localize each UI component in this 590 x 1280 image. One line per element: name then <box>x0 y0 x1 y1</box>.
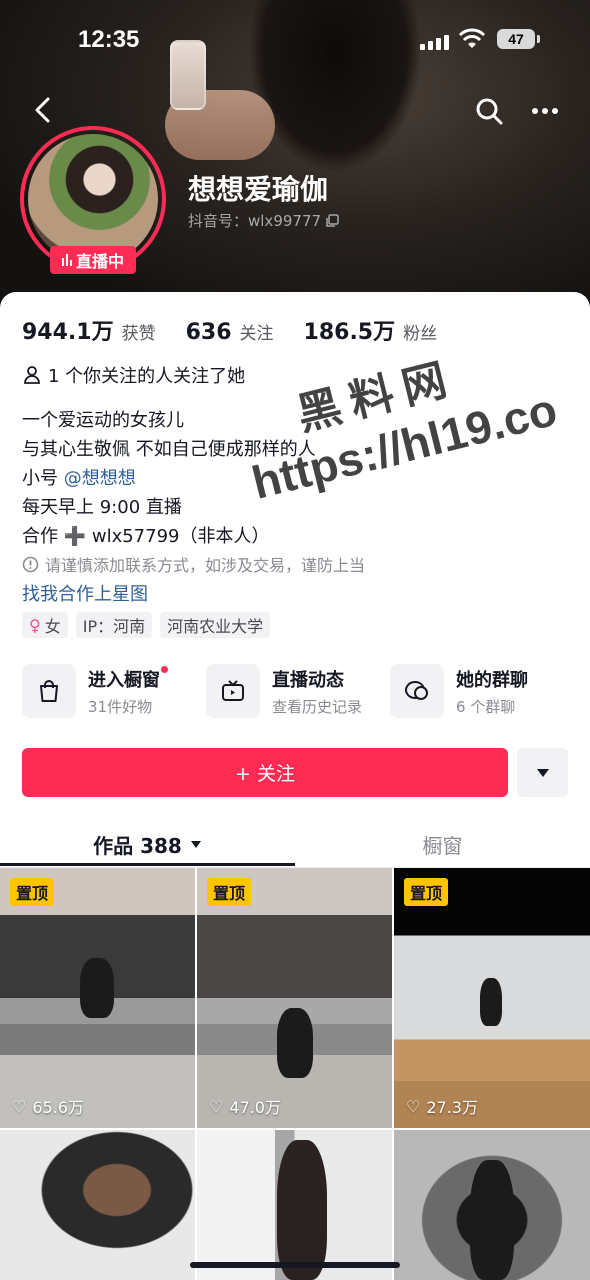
shortcut-title: 进入橱窗 <box>88 665 168 692</box>
likes-label: 获赞 <box>121 324 156 344</box>
followers-count[interactable]: 186.5万 <box>304 314 396 346</box>
tab-works-label: 作品 388 <box>93 834 182 858</box>
contact-warning: 请谨慎添加联系方式，如涉及交易，谨防上当 <box>22 552 365 576</box>
school-tag[interactable]: 河南农业大学 <box>160 612 271 638</box>
video-thumbnail[interactable]: 置顶 ♡ 27.3万 <box>394 868 590 1128</box>
video-likes: ♡ 47.0万 <box>209 1094 281 1118</box>
shortcut-subtitle: 6 个群聊 <box>456 697 516 716</box>
tab-works[interactable]: 作品 388 <box>0 822 295 867</box>
person-icon <box>24 366 40 384</box>
bio-line: 一个爱运动的女孩儿 <box>22 410 184 431</box>
heart-icon: ♡ <box>12 1096 27 1116</box>
pinned-badge: 置顶 <box>10 878 55 906</box>
more-options-icon[interactable] <box>530 96 560 126</box>
heart-icon: ♡ <box>406 1096 421 1116</box>
pinned-badge: 置顶 <box>207 878 252 906</box>
gender-tag: ♀ 女 <box>22 612 68 638</box>
battery-level: 47 <box>508 31 524 47</box>
video-likes: ♡ 27.3万 <box>406 1094 478 1118</box>
video-thumbnail[interactable]: 置顶 ♡ 65.6万 <box>0 868 195 1128</box>
live-badge-label: 直播中 <box>75 252 124 271</box>
followers-label[interactable]: 粉丝 <box>403 319 437 344</box>
wifi-icon <box>458 28 486 48</box>
shortcut-subtitle: 查看历史记录 <box>272 697 363 716</box>
group-chat-icon <box>390 664 444 718</box>
alt-account-mention[interactable]: @想想想 <box>64 468 136 489</box>
video-grid: 置顶 ♡ 65.6万 置顶 ♡ 47.0万 置顶 ♡ 27.3万 <box>0 868 590 1280</box>
bio-alt-account-label: 小号 <box>22 468 58 489</box>
caret-down-icon <box>190 841 201 848</box>
profile-uid-row[interactable]: 抖音号：wlx99777 <box>188 210 339 231</box>
heart-icon: ♡ <box>209 1096 224 1116</box>
profile-sheet: 944.1万 获赞 636 关注 186.5万 粉丝 1 个你关注的人关注了她 … <box>0 292 590 1280</box>
caret-down-icon <box>536 768 549 777</box>
video-thumbnail[interactable] <box>394 1130 590 1280</box>
profile-nickname: 想想爱瑜伽 <box>188 173 329 206</box>
profile-shortcuts: 进入橱窗 31件好物 直播动态 查看历史记录 她的群聊 6 个群聊 <box>22 664 570 718</box>
shortcut-subtitle: 31件好物 <box>88 697 153 716</box>
pinned-badge: 置顶 <box>404 878 449 906</box>
live-bars-icon <box>61 254 72 266</box>
video-likes-count: 65.6万 <box>32 1098 84 1117</box>
copy-icon[interactable] <box>325 213 339 228</box>
shortcut-group-chats[interactable]: 她的群聊 6 个群聊 <box>390 664 570 718</box>
shopping-bag-icon <box>22 664 76 718</box>
live-badge[interactable]: 直播中 <box>50 246 136 274</box>
bio-line: 每天早上 9:00 直播 <box>22 497 182 518</box>
content-tabs: 作品 388 橱窗 <box>0 822 590 868</box>
warning-text: 请谨慎添加联系方式，如涉及交易，谨防上当 <box>45 556 366 575</box>
gender-label: 女 <box>44 617 61 636</box>
tab-showcase[interactable]: 橱窗 <box>295 822 590 867</box>
back-arrow-icon[interactable] <box>28 94 60 126</box>
profile-tags: ♀ 女 IP：河南 河南农业大学 <box>22 612 271 638</box>
profile-bio: 一个爱运动的女孩儿 与其心生敬佩 不如自己便成那样的人 小号 @想想想 每天早上… <box>22 406 316 551</box>
video-thumbnail[interactable]: 置顶 ♡ 47.0万 <box>197 868 392 1128</box>
female-icon: ♀ <box>29 615 41 635</box>
home-indicator[interactable] <box>190 1262 400 1268</box>
bio-line: 与其心生敬佩 不如自己便成那样的人 <box>22 439 316 460</box>
bio-line: 小号 @想想想 <box>22 464 316 493</box>
shortcut-showcase[interactable]: 进入橱窗 31件好物 <box>22 664 202 718</box>
bio-line: 合作 ➕ wlx57799（非本人） <box>22 526 270 547</box>
avatar-image <box>28 134 158 264</box>
active-tab-indicator <box>0 863 295 866</box>
following-label[interactable]: 关注 <box>240 319 274 344</box>
follow-button-label: + 关注 <box>235 763 295 785</box>
notification-dot <box>161 665 168 673</box>
status-time: 12:35 <box>78 26 140 53</box>
following-count[interactable]: 636 <box>186 320 232 345</box>
likes-count: 944.1万 <box>22 320 114 345</box>
shortcut-title: 她的群聊 <box>456 669 528 691</box>
search-icon[interactable] <box>474 96 504 126</box>
video-thumbnail[interactable] <box>197 1130 392 1280</box>
mutual-followers[interactable]: 1 个你关注的人关注了她 <box>22 362 245 388</box>
video-likes-count: 47.0万 <box>229 1098 281 1117</box>
star-map-link[interactable]: 找我合作上星图 <box>22 580 148 606</box>
recommend-toggle-button[interactable] <box>517 748 568 797</box>
battery-icon: 47 <box>497 29 540 49</box>
mutual-text: 1 个你关注的人关注了她 <box>48 366 246 387</box>
profile-stats: 944.1万 获赞 636 关注 186.5万 粉丝 <box>22 314 459 346</box>
shortcut-title: 直播动态 <box>272 669 344 691</box>
ip-tag: IP：河南 <box>75 612 153 638</box>
info-icon <box>22 556 39 572</box>
follow-button[interactable]: + 关注 <box>22 748 508 797</box>
video-likes-count: 27.3万 <box>426 1098 478 1117</box>
cellular-signal-icon <box>420 32 449 50</box>
video-thumbnail[interactable] <box>0 1130 195 1280</box>
status-bar: 12:35 47 <box>0 24 590 60</box>
tv-icon <box>206 664 260 718</box>
video-likes: ♡ 65.6万 <box>12 1094 84 1118</box>
profile-uid: 抖音号：wlx99777 <box>188 212 322 230</box>
shortcut-live-history[interactable]: 直播动态 查看历史记录 <box>206 664 386 718</box>
